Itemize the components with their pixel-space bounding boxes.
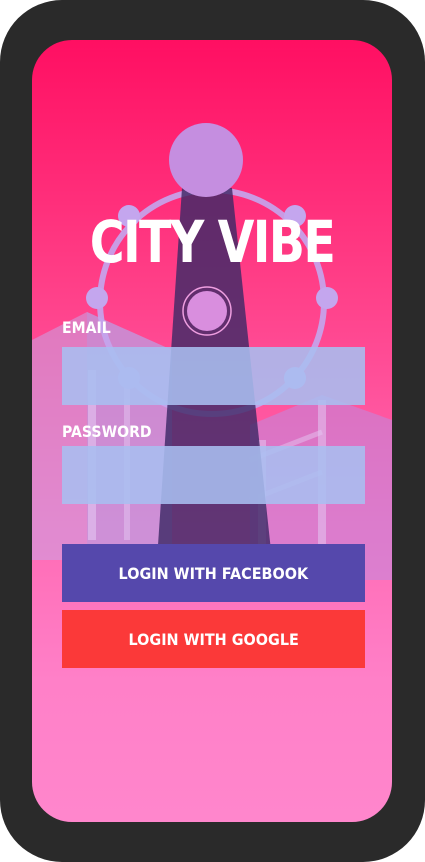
facebook-button-label: LOGIN WITH FACEBOOK — [118, 563, 309, 583]
device-frame: CITY VIBE EMAIL PASSWORD LOGIN WITH FACE… — [0, 0, 425, 862]
login-with-google-button[interactable]: LOGIN WITH GOOGLE — [62, 610, 365, 668]
google-button-label: LOGIN WITH GOOGLE — [128, 629, 299, 649]
password-label: PASSWORD — [62, 422, 152, 441]
email-label: EMAIL — [62, 318, 111, 337]
login-screen: CITY VIBE EMAIL PASSWORD LOGIN WITH FACE… — [32, 40, 392, 822]
password-field[interactable] — [62, 446, 365, 504]
tower-top — [169, 123, 243, 197]
email-field[interactable] — [62, 347, 365, 405]
app-title: CITY VIBE — [89, 208, 336, 276]
login-with-facebook-button[interactable]: LOGIN WITH FACEBOOK — [62, 544, 365, 602]
